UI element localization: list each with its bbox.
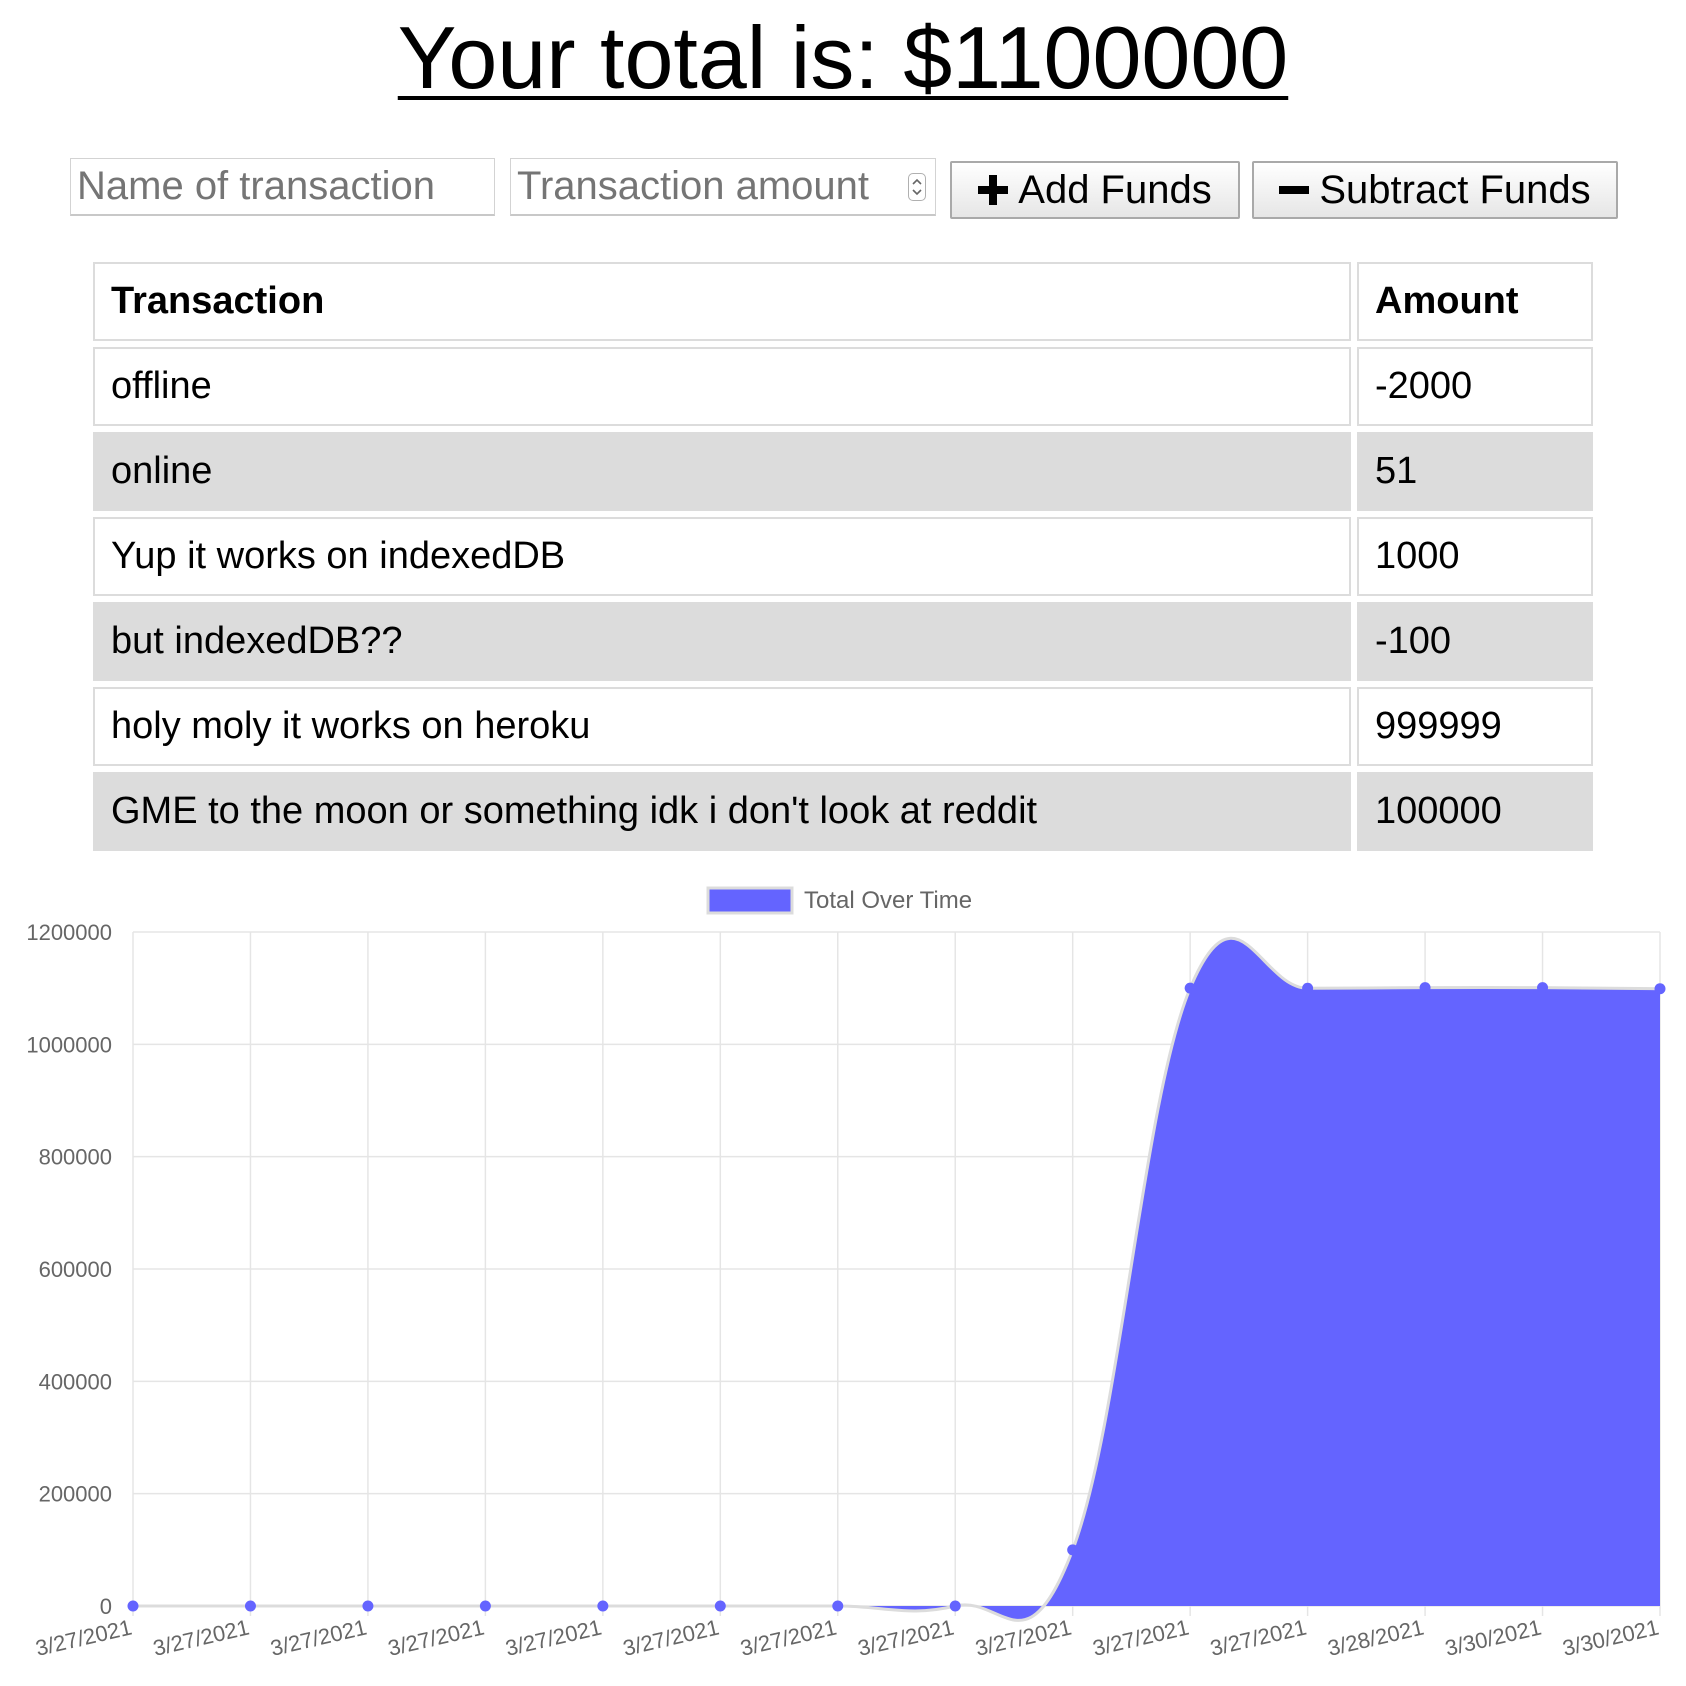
data-point <box>714 1600 726 1612</box>
add-funds-button[interactable]: Add Funds <box>950 161 1240 219</box>
transaction-name-cell: holy moly it works on heroku <box>93 687 1351 766</box>
transaction-name-cell: GME to the moon or something idk i don't… <box>93 772 1351 851</box>
x-tick-label: 3/27/2021 <box>620 1615 721 1661</box>
total-over-time-chart: 020000040000060000080000010000001200000 … <box>26 886 1666 1661</box>
transaction-amount-wrapper <box>510 158 936 216</box>
data-point <box>1302 982 1314 994</box>
page-title: Your total is: $1100000 <box>397 8 1289 107</box>
transaction-amount-cell: -2000 <box>1357 347 1593 426</box>
data-point <box>949 1600 961 1612</box>
transaction-name-cell: but indexedDB?? <box>93 602 1351 681</box>
x-tick-label: 3/27/2021 <box>738 1615 839 1661</box>
transaction-name-cell: online <box>93 432 1351 511</box>
subtract-funds-label: Subtract Funds <box>1319 167 1591 212</box>
y-tick-label: 400000 <box>39 1369 112 1394</box>
chart-area-fill <box>133 938 1660 1621</box>
data-point <box>1654 983 1666 995</box>
minus-icon <box>1279 175 1310 205</box>
data-point <box>127 1600 139 1612</box>
transaction-name-cell: Yup it works on indexedDB <box>93 517 1351 596</box>
table-row: online 51 <box>93 432 1593 511</box>
table-row: Yup it works on indexedDB 1000 <box>93 517 1593 596</box>
x-tick-label: 3/27/2021 <box>1208 1615 1309 1661</box>
transactions-table: Transaction Amount offline -2000 online … <box>87 256 1599 857</box>
add-funds-label: Add Funds <box>1018 167 1212 212</box>
x-tick-label: 3/27/2021 <box>33 1615 134 1661</box>
chart-x-ticks: 3/27/2021 3/27/2021 3/27/2021 3/27/2021 3/27… <box>33 1615 1661 1661</box>
x-tick-label: 3/28/2021 <box>1325 1615 1426 1661</box>
y-tick-label: 0 <box>100 1594 112 1619</box>
x-tick-label: 3/27/2021 <box>151 1615 252 1661</box>
data-point <box>1067 1544 1079 1556</box>
y-tick-label: 600000 <box>39 1257 112 1282</box>
x-tick-label: 3/27/2021 <box>855 1615 956 1661</box>
table-row: holy moly it works on heroku 999999 <box>93 687 1593 766</box>
y-tick-label: 800000 <box>39 1145 112 1170</box>
table-row: offline -2000 <box>93 347 1593 426</box>
data-point <box>597 1600 609 1612</box>
y-tick-label: 1200000 <box>26 920 112 945</box>
data-point <box>1184 982 1196 994</box>
table-header-row: Transaction Amount <box>93 262 1593 341</box>
legend-swatch <box>706 886 794 915</box>
x-tick-label: 3/27/2021 <box>268 1615 369 1661</box>
transaction-amount-cell: 100000 <box>1357 772 1593 851</box>
chart-y-ticks: 0 200000 400000 600000 800000 1000000 1200000 <box>26 920 112 1619</box>
amount-column-header: Amount <box>1357 262 1593 341</box>
transaction-amount-input[interactable] <box>510 158 936 216</box>
transaction-name-input[interactable] <box>70 158 495 216</box>
transaction-column-header: Transaction <box>93 262 1351 341</box>
legend-label: Total Over Time <box>804 887 972 914</box>
chart-legend: Total Over Time <box>706 886 972 915</box>
x-tick-label: 3/30/2021 <box>1560 1615 1661 1661</box>
table-row: GME to the moon or something idk i don't… <box>93 772 1593 851</box>
data-point <box>479 1600 491 1612</box>
data-point <box>1419 982 1431 994</box>
data-point <box>1537 982 1549 994</box>
plus-icon <box>978 175 1009 205</box>
transaction-name-cell: offline <box>93 347 1351 426</box>
data-point <box>244 1600 256 1612</box>
table-row: but indexedDB?? -100 <box>93 602 1593 681</box>
x-tick-label: 3/30/2021 <box>1443 1615 1544 1661</box>
x-tick-label: 3/27/2021 <box>503 1615 604 1661</box>
transaction-amount-cell: -100 <box>1357 602 1593 681</box>
transaction-amount-cell: 1000 <box>1357 517 1593 596</box>
data-point <box>832 1600 844 1612</box>
amount-spinner-icon[interactable] <box>908 173 926 201</box>
y-tick-label: 200000 <box>39 1482 112 1507</box>
data-point <box>362 1600 374 1612</box>
transaction-amount-cell: 999999 <box>1357 687 1593 766</box>
subtract-funds-button[interactable]: Subtract Funds <box>1252 161 1618 219</box>
x-tick-label: 3/27/2021 <box>1090 1615 1191 1661</box>
transaction-amount-cell: 51 <box>1357 432 1593 511</box>
x-tick-label: 3/27/2021 <box>386 1615 487 1661</box>
y-tick-label: 1000000 <box>26 1032 112 1057</box>
